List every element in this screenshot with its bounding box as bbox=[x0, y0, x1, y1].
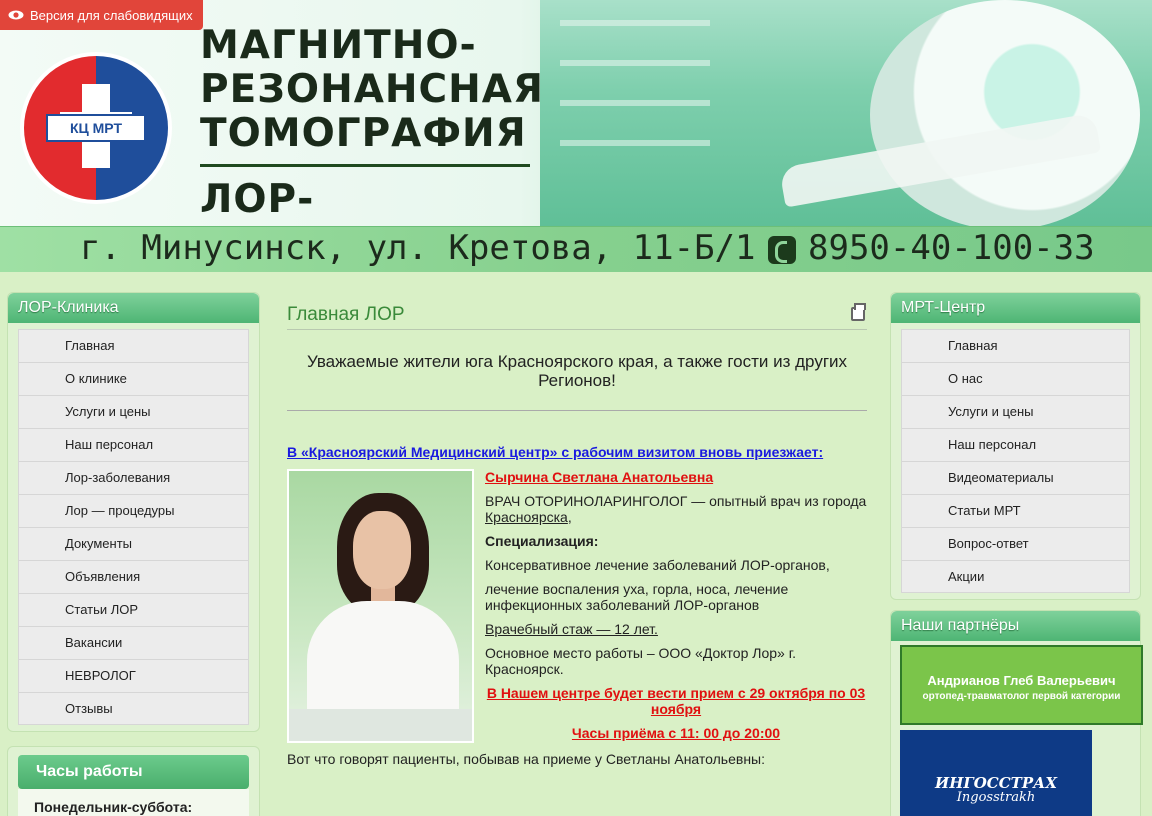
role-end: , bbox=[567, 509, 572, 525]
main-content: Главная ЛОР Уважаемые жители юга Красноя… bbox=[287, 300, 867, 767]
divider bbox=[287, 410, 867, 411]
clinic-logo[interactable]: КЦ МРТ bbox=[24, 56, 168, 200]
left-menu-item[interactable]: Главная bbox=[18, 329, 249, 362]
partner-1-subtitle: ортопед-травматолог первой категории bbox=[922, 691, 1121, 702]
reception-hours: Часы приёма с 11: 00 до 20:00 bbox=[571, 725, 781, 741]
right-menu-panel: МРТ-Центр Главная О нас Услуги и цены На… bbox=[890, 292, 1141, 600]
partners-title: Наши партнёры bbox=[891, 611, 1140, 641]
accessibility-version-label: Версия для слабовидящих bbox=[30, 7, 193, 23]
title-divider bbox=[200, 164, 530, 167]
accessibility-version-button[interactable]: Версия для слабовидящих bbox=[0, 0, 203, 30]
right-menu-title: МРТ-Центр bbox=[891, 293, 1140, 323]
doctor-photo bbox=[287, 469, 474, 743]
right-menu-item[interactable]: Статьи МРТ bbox=[901, 494, 1130, 527]
right-menu-item[interactable]: Акции bbox=[901, 560, 1130, 593]
doctor-block: Сырчина Светлана Анатольевна ВРАЧ ОТОРИН… bbox=[287, 469, 867, 743]
title-line-3: ТОМОГРАФИЯ bbox=[200, 111, 527, 156]
left-menu-title: ЛОР-Клиника bbox=[8, 293, 259, 323]
clinic-phone: 8950-40-100-33 bbox=[808, 228, 1095, 268]
workplace-text: Основное место работы – ООО «Доктор Лор»… bbox=[485, 645, 796, 677]
left-menu-item[interactable]: Наш персонал bbox=[18, 428, 249, 461]
visit-announcement-link[interactable]: В «Красноярский Медицинский центр» с раб… bbox=[287, 444, 867, 461]
eye-icon bbox=[8, 10, 24, 20]
left-menu: Главная О клинике Услуги и цены Наш перс… bbox=[8, 323, 259, 731]
left-menu-item[interactable]: Объявления bbox=[18, 560, 249, 593]
reception-dates: В Нашем центре будет вести прием с 29 ок… bbox=[486, 685, 866, 717]
specialization-title: Специализация: bbox=[485, 533, 599, 549]
specialization-2: лечение воспаления уха, горла, носа, леч… bbox=[485, 581, 789, 613]
doctor-info: Сырчина Светлана Анатольевна ВРАЧ ОТОРИН… bbox=[485, 469, 867, 741]
left-menu-item[interactable]: НЕВРОЛОГ bbox=[18, 659, 249, 692]
phone-icon bbox=[768, 236, 796, 264]
intro-text: Уважаемые жители юга Красноярского края,… bbox=[306, 352, 848, 390]
left-menu-item[interactable]: Документы bbox=[18, 527, 249, 560]
left-menu-item[interactable]: Лор — процедуры bbox=[18, 494, 249, 527]
working-hours-panel: Часы работы Понедельник-суббота: bbox=[7, 746, 260, 816]
mri-scanner-image bbox=[870, 0, 1140, 230]
print-icon[interactable] bbox=[851, 303, 866, 321]
clinic-address: г. Минусинск, ул. Кретова, 11-Б/1 bbox=[80, 228, 756, 268]
experience-text: Врачебный стаж — 12 лет. bbox=[485, 621, 658, 637]
left-menu-item[interactable]: Вакансии bbox=[18, 626, 249, 659]
right-menu-item[interactable]: Главная bbox=[901, 329, 1130, 362]
city-link[interactable]: Красноярска bbox=[485, 509, 568, 525]
left-menu-item[interactable]: Услуги и цены bbox=[18, 395, 249, 428]
specialization-1: Консервативное лечение заболеваний ЛОР-о… bbox=[485, 557, 830, 573]
left-menu-panel: ЛОР-Клиника Главная О клинике Услуги и ц… bbox=[7, 292, 260, 732]
right-menu-item[interactable]: Наш персонал bbox=[901, 428, 1130, 461]
partner-banner-ingosstrakh[interactable]: ИНГОССТРАХ Ingosstrakh bbox=[900, 730, 1092, 816]
right-menu: Главная О нас Услуги и цены Наш персонал… bbox=[891, 323, 1140, 599]
logo-text: КЦ МРТ bbox=[46, 114, 146, 142]
right-menu-item[interactable]: Вопрос-ответ bbox=[901, 527, 1130, 560]
right-menu-item[interactable]: Видеоматериалы bbox=[901, 461, 1130, 494]
doctor-name-link[interactable]: Сырчина Светлана Анатольевна bbox=[485, 469, 713, 485]
partner-1-name: Андрианов Глеб Валерьевич bbox=[927, 673, 1116, 688]
right-menu-item[interactable]: Услуги и цены bbox=[901, 395, 1130, 428]
patients-say-text: Вот что говорят пациенты, побывав на при… bbox=[287, 751, 766, 767]
page-title-text: Главная ЛОР bbox=[287, 304, 405, 325]
working-hours-title: Часы работы bbox=[18, 755, 249, 789]
right-menu-item[interactable]: О нас bbox=[901, 362, 1130, 395]
title-line-2: РЕЗОНАНСНАЯ bbox=[200, 67, 545, 112]
partner-2-subtitle: Ingosstrakh bbox=[956, 790, 1036, 805]
working-hours-line: Понедельник-суббота: bbox=[18, 789, 249, 816]
partner-banner-andrianov[interactable]: Андрианов Глеб Валерьевич ортопед-травма… bbox=[900, 645, 1143, 725]
site-header: КЦ МРТ МАГНИТНО- РЕЗОНАНСНАЯ ТОМОГРАФИЯ … bbox=[0, 0, 1152, 272]
left-menu-item[interactable]: О клинике bbox=[18, 362, 249, 395]
left-menu-item[interactable]: Статьи ЛОР bbox=[18, 593, 249, 626]
page-title: Главная ЛОР bbox=[287, 300, 867, 330]
doctor-role: ВРАЧ ОТОРИНОЛАРИНГОЛОГ — опытный врач из… bbox=[485, 493, 867, 509]
left-menu-item[interactable]: Отзывы bbox=[18, 692, 249, 725]
left-menu-item[interactable]: Лор-заболевания bbox=[18, 461, 249, 494]
title-line-1: МАГНИТНО- bbox=[200, 23, 477, 68]
